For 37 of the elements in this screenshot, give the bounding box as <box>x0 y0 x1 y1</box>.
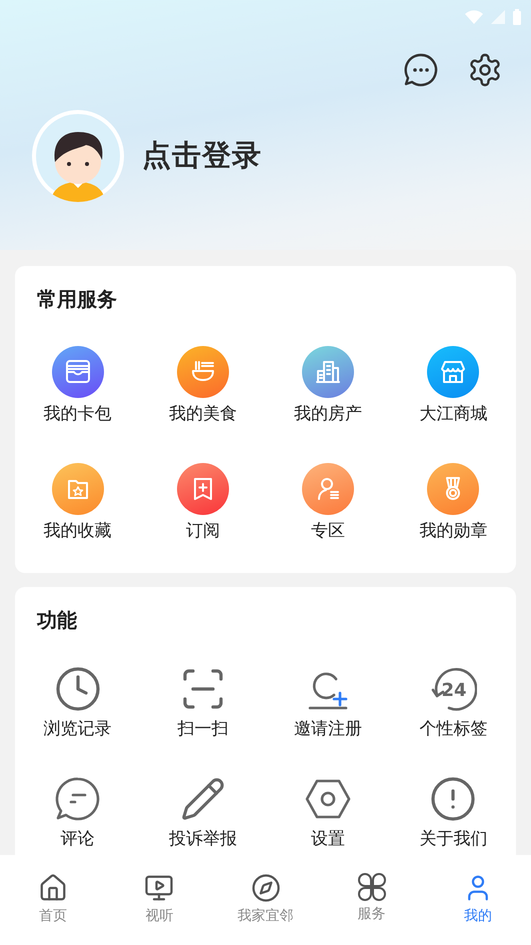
function-label[interactable]: 扫一扫 <box>177 719 228 739</box>
function-label[interactable]: 邀请注册 <box>294 719 362 739</box>
pencil-icon <box>180 776 226 822</box>
home-icon <box>38 873 68 903</box>
service-label[interactable]: 专区 <box>311 521 346 541</box>
tab[interactable]: 我家宜邻 <box>212 855 319 945</box>
compass-icon <box>250 873 280 903</box>
tab[interactable]: 服务 <box>318 855 425 945</box>
tab[interactable]: 视听 <box>106 855 212 945</box>
login-prompt[interactable]: 点击登录 <box>142 136 262 176</box>
alert-icon <box>429 775 478 823</box>
tab[interactable]: 首页 <box>0 855 106 945</box>
section-title: 功能 <box>36 609 78 634</box>
message-icon[interactable] <box>403 52 439 88</box>
service-label[interactable]: 我的收藏 <box>44 521 112 541</box>
service-label[interactable]: 我的勋章 <box>419 521 488 541</box>
service-label[interactable]: 我的卡包 <box>44 404 112 424</box>
section-title: 常用服务 <box>36 288 118 313</box>
service-label[interactable]: 我的美食 <box>168 404 237 424</box>
function-label[interactable]: 关于我们 <box>419 829 488 849</box>
service-label[interactable]: 大江商城 <box>419 404 488 424</box>
tv-icon <box>144 873 174 903</box>
tab[interactable]: 我的 <box>424 855 531 945</box>
function-label[interactable]: 投诉举报 <box>168 829 237 849</box>
function-label[interactable]: 个性标签 <box>419 719 488 739</box>
service-label[interactable]: 订阅 <box>186 521 220 541</box>
battery-icon <box>513 9 521 25</box>
service-label[interactable]: 我的房产 <box>294 404 362 424</box>
function-label[interactable]: 设置 <box>311 829 346 849</box>
comment-icon <box>54 776 101 822</box>
wifi-icon <box>465 10 483 24</box>
function-label[interactable]: 评论 <box>60 829 95 849</box>
signal-icon <box>491 10 505 24</box>
grid-icon <box>358 873 386 901</box>
clock-icon <box>54 665 102 713</box>
hexagon-nut-icon <box>305 778 352 820</box>
function-label[interactable]: 浏览记录 <box>44 719 112 739</box>
